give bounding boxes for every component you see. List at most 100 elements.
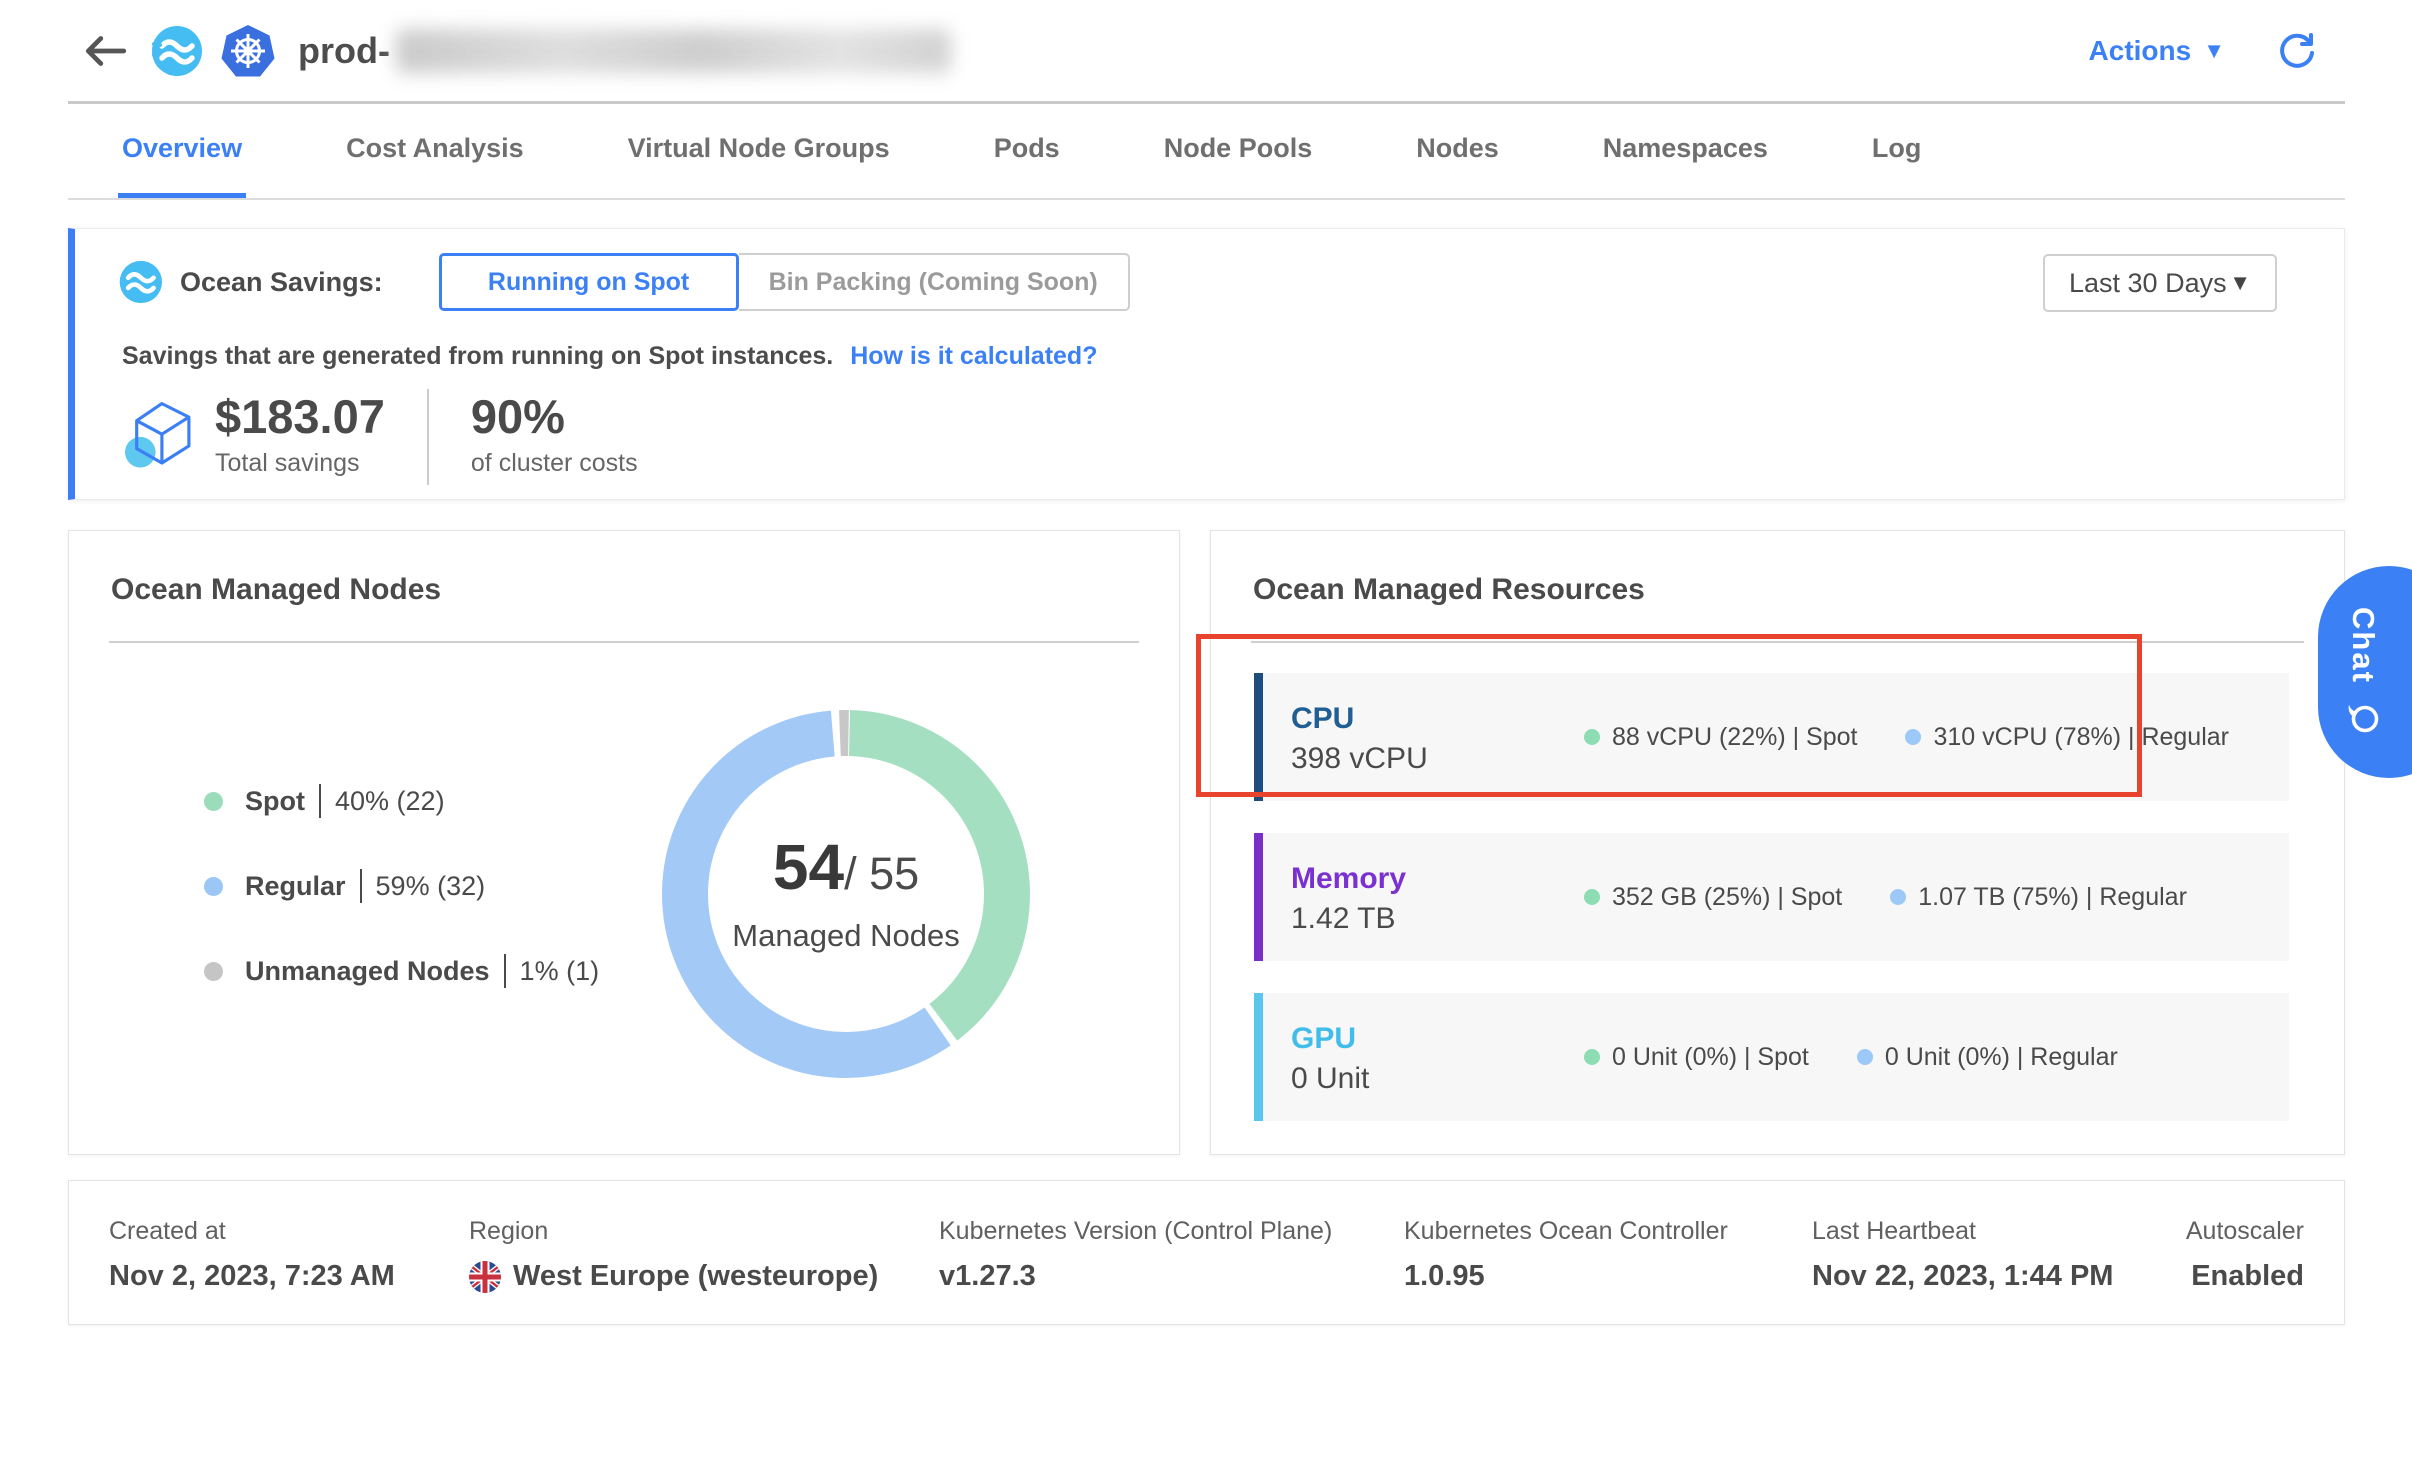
actions-menu-button[interactable]: Actions ▼: [2089, 35, 2225, 67]
memory-accent-bar: [1254, 833, 1263, 961]
cpu-accent-bar: [1254, 673, 1263, 801]
actions-label: Actions: [2089, 35, 2192, 67]
resource-row-cpu: CPU 398 vCPU 88 vCPU (22%) | Spot 310 vC…: [1254, 673, 2289, 801]
ocean-savings-label: Ocean Savings:: [180, 267, 383, 298]
spot-legend-dot-icon: [204, 792, 223, 811]
tab-bar: Overview Cost Analysis Virtual Node Grou…: [68, 104, 2345, 200]
legend-item-spot[interactable]: Spot 40% (22): [204, 783, 599, 819]
cpu-regular-stat: 310 vCPU (78%) | Regular: [1905, 723, 2229, 752]
savings-description-text: Savings that are generated from running …: [122, 342, 833, 370]
back-arrow-icon[interactable]: [82, 32, 128, 70]
legend-value: 1% (1): [520, 956, 600, 987]
gpu-regular-stat: 0 Unit (0%) | Regular: [1857, 1043, 2118, 1072]
legend-item-regular[interactable]: Regular 59% (32): [204, 868, 599, 904]
gpu-accent-bar: [1254, 993, 1263, 1121]
tab-node-pools[interactable]: Node Pools: [1160, 104, 1317, 198]
memory-total: 1.42 TB: [1291, 902, 1541, 936]
managed-nodes-card: Ocean Managed Nodes Spot 40% (22) Regula…: [68, 530, 1180, 1155]
info-label: Autoscaler: [2184, 1217, 2304, 1246]
chat-bubble-icon: [2344, 699, 2382, 737]
gpu-regular-text: 0 Unit (0%) | Regular: [1885, 1043, 2118, 1072]
tab-overview[interactable]: Overview: [118, 104, 246, 198]
info-label: Kubernetes Ocean Controller: [1404, 1217, 1812, 1246]
gpu-spot-stat: 0 Unit (0%) | Spot: [1584, 1043, 1809, 1072]
ocean-savings-banner: Ocean Savings: Running on Spot Bin Packi…: [68, 228, 2345, 500]
ocean-cluster-dashboard: prod- Actions ▼ Overview Cost Analysis V…: [0, 0, 2412, 1478]
donut-managed-count: 54: [773, 831, 844, 903]
period-caret-icon: ▼: [2229, 272, 2251, 294]
memory-label: Memory: [1291, 859, 1541, 898]
total-savings-label: Total savings: [215, 449, 385, 478]
legend-value: 40% (22): [335, 786, 445, 817]
running-on-spot-button[interactable]: Running on Spot: [439, 253, 739, 311]
unmanaged-legend-dot-icon: [204, 962, 223, 981]
tab-namespaces[interactable]: Namespaces: [1599, 104, 1772, 198]
managed-nodes-donut: 54/ 55 Managed Nodes: [661, 709, 1031, 1079]
info-label: Kubernetes Version (Control Plane): [939, 1217, 1404, 1246]
spot-dot-icon: [1584, 1049, 1600, 1065]
actions-caret-icon: ▼: [2203, 40, 2225, 62]
spot-dot-icon: [1584, 889, 1600, 905]
info-ocean-controller: Kubernetes Ocean Controller 1.0.95: [1404, 1217, 1812, 1324]
tab-virtual-node-groups[interactable]: Virtual Node Groups: [624, 104, 894, 198]
cluster-cost-percent-value: 90%: [471, 389, 638, 445]
info-autoscaler: Autoscaler Enabled: [2184, 1217, 2304, 1324]
info-label: Created at: [109, 1217, 469, 1246]
cluster-title-prefix: prod-: [298, 30, 390, 72]
period-dropdown[interactable]: Last 30 Days ▼: [2043, 254, 2277, 312]
chat-button-label: Chat: [2345, 607, 2381, 684]
period-dropdown-value: Last 30 Days: [2069, 268, 2227, 299]
ocean-savings-wave-icon: [118, 260, 162, 304]
cpu-spot-text: 88 vCPU (22%) | Spot: [1612, 723, 1857, 752]
how-calculated-link[interactable]: How is it calculated?: [850, 342, 1097, 370]
cpu-spot-stat: 88 vCPU (22%) | Spot: [1584, 723, 1857, 752]
kubernetes-logo-icon: [220, 23, 276, 79]
managed-nodes-title: Ocean Managed Nodes: [111, 573, 1179, 607]
managed-resources-title: Ocean Managed Resources: [1253, 573, 2344, 607]
info-value: West Europe (westeurope): [513, 1260, 878, 1293]
cluster-title: prod-: [298, 29, 951, 73]
gpu-total: 0 Unit: [1291, 1062, 1541, 1096]
memory-regular-text: 1.07 TB (75%) | Regular: [1918, 883, 2187, 912]
page-header: prod- Actions ▼: [68, 0, 2345, 104]
gpu-label: GPU: [1291, 1019, 1541, 1058]
cluster-cost-percent-label: of cluster costs: [471, 449, 638, 478]
cpu-regular-text: 310 vCPU (78%) | Regular: [1933, 723, 2229, 752]
info-value: 1.0.95: [1404, 1260, 1812, 1293]
info-k8s-version: Kubernetes Version (Control Plane) v1.27…: [939, 1217, 1404, 1324]
legend-label: Spot: [245, 786, 305, 817]
info-region: Region West Europe (westeurope): [469, 1217, 939, 1324]
memory-spot-text: 352 GB (25%) | Spot: [1612, 883, 1842, 912]
memory-spot-stat: 352 GB (25%) | Spot: [1584, 883, 1842, 912]
total-savings-value: $183.07: [215, 389, 385, 445]
legend-divider: [504, 954, 506, 988]
tab-pods[interactable]: Pods: [990, 104, 1064, 198]
legend-label: Unmanaged Nodes: [245, 956, 490, 987]
spot-dot-icon: [1584, 729, 1600, 745]
info-last-heartbeat: Last Heartbeat Nov 22, 2023, 1:44 PM: [1812, 1217, 2184, 1324]
savings-description: Savings that are generated from running …: [122, 342, 1097, 371]
donut-total-count: / 55: [844, 848, 919, 899]
tab-log[interactable]: Log: [1868, 104, 1925, 198]
regular-dot-icon: [1890, 889, 1906, 905]
legend-value: 59% (32): [376, 871, 486, 902]
savings-divider: [427, 389, 429, 485]
legend-divider: [319, 784, 321, 818]
gpu-spot-text: 0 Unit (0%) | Spot: [1612, 1043, 1809, 1072]
info-value: Nov 22, 2023, 1:44 PM: [1812, 1260, 2184, 1293]
legend-item-unmanaged-nodes[interactable]: Unmanaged Nodes 1% (1): [204, 953, 599, 989]
legend-label: Regular: [245, 871, 346, 902]
bin-packing-button[interactable]: Bin Packing (Coming Soon): [739, 253, 1130, 311]
cluster-name-redacted: [396, 29, 951, 73]
refresh-icon[interactable]: [2277, 31, 2317, 71]
legend-divider: [360, 869, 362, 903]
chat-button[interactable]: Chat: [2318, 566, 2412, 778]
managed-nodes-legend: Spot 40% (22) Regular 59% (32) Unmanaged…: [204, 783, 599, 1038]
managed-resources-card: Ocean Managed Resources CPU 398 vCPU 88 …: [1210, 530, 2345, 1155]
info-value: Nov 2, 2023, 7:23 AM: [109, 1260, 469, 1293]
tab-cost-analysis[interactable]: Cost Analysis: [342, 104, 528, 198]
cluster-info-bar: Created at Nov 2, 2023, 7:23 AM Region W…: [68, 1180, 2345, 1325]
info-created-at: Created at Nov 2, 2023, 7:23 AM: [109, 1217, 469, 1324]
resource-row-gpu: GPU 0 Unit 0 Unit (0%) | Spot 0 Unit (0%…: [1254, 993, 2289, 1121]
tab-nodes[interactable]: Nodes: [1412, 104, 1503, 198]
